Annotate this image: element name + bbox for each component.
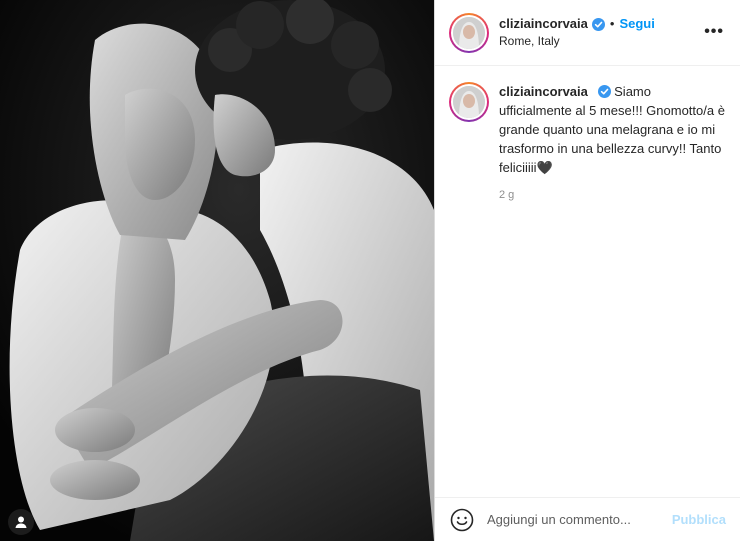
- caption-avatar[interactable]: [449, 82, 489, 122]
- avatar[interactable]: [449, 12, 489, 53]
- comment-bar: Pubblica: [435, 497, 740, 541]
- post-image: [0, 0, 434, 541]
- user-tag-icon[interactable]: [8, 509, 34, 535]
- post-detail-panel: cliziaincorvaia • Segui Rome, Italy •••: [434, 0, 740, 541]
- emoji-smile-icon[interactable]: [449, 507, 475, 533]
- avatar-image: [453, 16, 485, 49]
- separator-dot: •: [609, 15, 615, 31]
- caption-verified-badge-icon: [597, 85, 611, 98]
- location-link[interactable]: Rome, Italy: [499, 34, 655, 49]
- publish-button[interactable]: Pubblica: [672, 512, 726, 527]
- caption-avatar-image: [453, 86, 485, 118]
- verified-badge-icon: [591, 17, 605, 31]
- more-options-icon[interactable]: •••: [704, 24, 724, 40]
- post-header: cliziaincorvaia • Segui Rome, Italy •••: [435, 0, 740, 66]
- caption: cliziaincorvaia Siamo ufficialmente al 5…: [435, 66, 740, 201]
- follow-button[interactable]: Segui: [619, 16, 654, 32]
- post-photo[interactable]: [0, 0, 434, 541]
- caption-username[interactable]: cliziaincorvaia: [499, 84, 588, 99]
- post-timestamp[interactable]: 2 g: [499, 189, 726, 201]
- comment-input[interactable]: [487, 512, 664, 527]
- username-link[interactable]: cliziaincorvaia: [499, 16, 588, 32]
